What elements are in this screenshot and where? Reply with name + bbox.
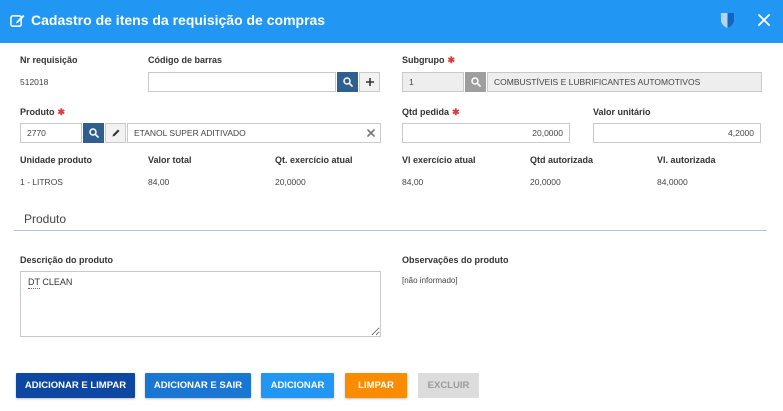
required-marker: ✱ [447,55,456,65]
vl-exercicio-value: 84,00 [402,177,424,187]
vl-autorizada-value: 84,0000 [657,177,688,187]
produto-description-input[interactable]: ETANOL SUPER ADITIVADO [127,123,381,143]
descricao-label: Descrição do produto [20,255,114,265]
unidade-produto-value: 1 - LITROS [20,177,63,187]
observacoes-value: [não informado] [402,276,458,285]
close-icon[interactable] [757,13,771,27]
dialog-header: Cadastro de itens da requisição de compr… [0,0,783,43]
adicionar-e-sair-button[interactable]: ADICIONAR E SAIR [145,373,251,398]
qtd-pedida-input[interactable]: 20,0000 [402,123,570,143]
descricao-textarea[interactable]: DT CLEAN [20,271,381,337]
qtd-pedida-label: Qtd pedida ✱ [402,107,460,117]
unidade-produto-label: Unidade produto [20,155,92,165]
subgrupo-label: Subgrupo ✱ [402,55,456,65]
subgrupo-code-input[interactable]: 1 [402,72,464,92]
section-divider [14,230,767,231]
codigo-barras-label: Código de barras [148,55,223,65]
adicionar-button[interactable]: ADICIONAR [261,373,334,398]
vl-exercicio-label: Vl exercício atual [402,155,476,165]
produto-search-button[interactable] [83,123,104,143]
produto-code-input[interactable]: 2770 [20,123,82,143]
excluir-button: EXCLUIR [418,373,479,398]
codigo-barras-search-button[interactable] [337,72,358,92]
nr-requisicao-value: 512018 [20,77,49,87]
produto-label: Produto ✱ [20,107,66,117]
nr-requisicao-label: Nr requisição [20,55,78,65]
produto-edit-button[interactable] [105,123,126,143]
qt-exercicio-label: Qt. exercício atual [275,155,353,165]
dialog-title: Cadastro de itens da requisição de compr… [31,12,326,28]
limpar-button[interactable]: LIMPAR [345,373,407,398]
spellcheck-underline [28,287,40,289]
adicionar-e-limpar-button[interactable]: ADICIONAR E LIMPAR [16,373,135,398]
codigo-barras-input[interactable] [148,72,336,92]
shield-icon[interactable] [720,12,735,29]
qtd-autorizada-value: 20,0000 [530,177,561,187]
valor-unitario-input[interactable]: 4,2000 [593,123,761,143]
valor-unitario-label: Valor unitário [593,107,651,117]
qt-exercicio-value: 20,0000 [275,177,306,187]
search-icon [342,77,353,87]
search-icon [470,77,481,87]
edit-icon [10,14,25,27]
qtd-autorizada-label: Qtd autorizada [530,155,594,165]
required-marker: ✱ [452,107,460,117]
search-icon [88,128,99,138]
subgrupo-search-button[interactable] [465,72,486,92]
clear-icon[interactable] [367,129,375,137]
codigo-barras-add-button[interactable] [359,72,380,92]
observacoes-label: Observações do produto [402,255,509,265]
valor-total-label: Valor total [148,155,192,165]
subgrupo-description-input: COMBUSTÍVEIS E LUBRIFICANTES AUTOMOTIVOS [487,72,762,92]
pencil-icon [112,129,119,137]
vl-autorizada-label: Vl. autorizada [657,155,716,165]
section-title: Produto [24,212,67,226]
required-marker: ✱ [57,107,66,117]
valor-total-value: 84,00 [148,177,170,187]
plus-icon [365,78,374,86]
